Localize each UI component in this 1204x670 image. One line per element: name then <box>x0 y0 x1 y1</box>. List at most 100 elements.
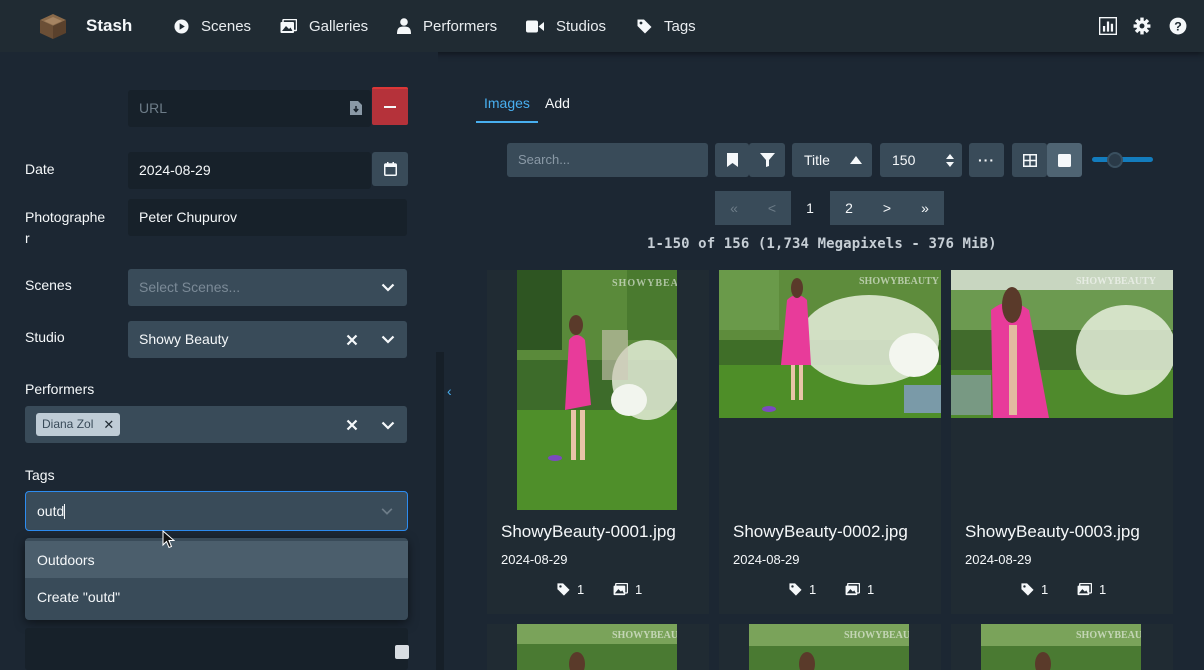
tag-count[interactable]: 1 <box>557 582 584 597</box>
collapse-sidebar-icon[interactable]: ‹ <box>447 383 452 399</box>
images-icon <box>613 583 628 596</box>
search-input[interactable]: Search... <box>507 143 708 177</box>
image-thumbnail[interactable]: SHOWYBEAUTY <box>981 624 1141 670</box>
clear-icon[interactable] <box>344 417 360 433</box>
tag-option-create[interactable]: Create "outd" <box>25 578 408 615</box>
performers-select[interactable]: Diana Zol ✕ <box>25 406 407 443</box>
watermark: SHOWYBEAUTY <box>844 630 909 641</box>
remove-chip-icon[interactable]: ✕ <box>103 416 114 433</box>
nav-label: Scenes <box>201 17 252 35</box>
studio-select[interactable]: Showy Beauty <box>128 321 407 358</box>
tag-icon <box>637 19 652 33</box>
image-card[interactable]: SHOWYBEAUTY ShowyBeauty-0003.jpg 2024-08… <box>951 270 1173 614</box>
gear-icon[interactable] <box>1133 17 1151 35</box>
next-page-button[interactable]: > <box>868 191 906 225</box>
tag-icon <box>1021 583 1034 596</box>
first-page-button[interactable]: « <box>715 191 753 225</box>
page-1-button[interactable]: 1 <box>791 191 829 225</box>
download-file-icon[interactable] <box>350 101 362 115</box>
grid-view-button[interactable] <box>1012 143 1047 177</box>
page-2-button[interactable]: 2 <box>830 191 868 225</box>
nav-galleries[interactable]: Galleries <box>280 14 368 38</box>
image-card[interactable]: SHOWYBEAUTY <box>487 624 709 670</box>
clear-icon[interactable] <box>344 332 360 348</box>
chevron-down-icon[interactable] <box>380 504 394 518</box>
svg-text:?: ? <box>1174 20 1182 34</box>
watermark: SHOWYBEAUTY <box>859 276 940 287</box>
tab-images[interactable]: Images <box>484 95 530 111</box>
chevron-down-icon[interactable] <box>380 279 396 295</box>
date-label: Date <box>25 161 55 177</box>
performer-chip: Diana Zol ✕ <box>36 413 121 436</box>
prev-page-button[interactable]: < <box>753 191 791 225</box>
tag-count[interactable]: 1 <box>789 582 816 597</box>
tag-option-outdoors[interactable]: Outdoors <box>25 541 408 578</box>
url-field[interactable]: URL <box>128 90 371 127</box>
sort-ascending-icon[interactable] <box>850 156 862 164</box>
image-card[interactable]: SHOWYBEAUTY ShowyBeauty-0001.jpg 2024-08… <box>487 270 709 614</box>
image-title[interactable]: ShowyBeauty-0003.jpg <box>965 522 1140 542</box>
tag-count[interactable]: 1 <box>1021 582 1048 597</box>
image-card[interactable]: SHOWYBEAUTY <box>951 624 1173 670</box>
bookmark-icon <box>726 153 738 167</box>
question-icon[interactable]: ? <box>1169 17 1187 35</box>
image-card[interactable]: SHOWYBEAUTY <box>719 624 941 670</box>
image-title[interactable]: ShowyBeauty-0001.jpg <box>501 522 676 542</box>
nav-scenes[interactable]: Scenes <box>174 14 251 38</box>
nav-studios[interactable]: Studios <box>526 14 606 38</box>
square-icon <box>1058 153 1071 167</box>
image-thumbnail[interactable]: SHOWYBEAUTY <box>749 624 909 670</box>
image-thumbnail[interactable]: SHOWYBEAUTY <box>517 270 677 510</box>
image-date: 2024-08-29 <box>733 552 800 567</box>
image-date: 2024-08-29 <box>501 552 568 567</box>
watermark: SHOWYBEAUTY <box>612 630 677 641</box>
wall-view-button[interactable] <box>1047 143 1082 177</box>
scenes-select[interactable]: Select Scenes... <box>128 269 407 306</box>
updown-icon <box>946 154 954 167</box>
performers-label: Performers <box>25 381 95 397</box>
tags-input[interactable]: outd <box>25 491 408 531</box>
chart-icon[interactable] <box>1099 17 1117 35</box>
brand-name[interactable]: Stash <box>86 16 132 36</box>
zoom-slider-handle[interactable] <box>1107 152 1123 168</box>
tab-add[interactable]: Add <box>545 95 570 111</box>
gallery-count[interactable]: 1 <box>1077 582 1106 597</box>
details-textarea[interactable] <box>25 628 408 670</box>
gallery-count[interactable]: 1 <box>845 582 874 597</box>
nav-tags[interactable]: Tags <box>637 14 696 38</box>
chevron-down-icon[interactable] <box>380 331 396 347</box>
grid-icon <box>1022 153 1037 167</box>
top-navbar: Stash Scenes Galleries Performers Studio… <box>0 0 1204 52</box>
images-icon <box>845 583 860 596</box>
remove-url-button[interactable] <box>372 87 408 125</box>
image-thumbnail[interactable]: SHOWYBEAUTY <box>719 270 941 418</box>
filter-icon <box>759 153 775 167</box>
gallery-count[interactable]: 1 <box>613 582 642 597</box>
image-title[interactable]: ShowyBeauty-0002.jpg <box>733 522 908 542</box>
tag-icon <box>557 583 570 596</box>
video-icon <box>526 20 544 32</box>
per-page-select[interactable]: 150 <box>880 143 962 177</box>
tags-dropdown: Outdoors Create "outd" <box>25 538 408 620</box>
images-icon <box>280 18 297 33</box>
chevron-down-icon[interactable] <box>380 417 396 433</box>
date-picker-button[interactable] <box>372 152 408 186</box>
stash-logo-icon[interactable] <box>38 11 68 41</box>
image-thumbnail[interactable]: SHOWYBEAUTY <box>951 270 1173 418</box>
image-card[interactable]: SHOWYBEAUTY ShowyBeauty-0002.jpg 2024-08… <box>719 270 941 614</box>
filter-button[interactable] <box>749 143 785 177</box>
saved-filters-button[interactable] <box>715 143 749 177</box>
image-thumbnail[interactable]: SHOWYBEAUTY <box>517 624 677 670</box>
watermark: SHOWYBEAUTY <box>612 278 677 289</box>
more-options-button[interactable]: ··· <box>969 143 1004 177</box>
date-field[interactable]: 2024-08-29 <box>128 152 371 189</box>
last-page-button[interactable]: » <box>906 191 944 225</box>
mouse-cursor-icon <box>162 530 175 549</box>
nav-label: Galleries <box>309 17 369 35</box>
photographer-field[interactable]: Peter Chupurov <box>128 199 407 236</box>
resize-handle-icon[interactable] <box>395 645 409 659</box>
image-date: 2024-08-29 <box>965 552 1032 567</box>
sidebar-scrollbar[interactable] <box>436 352 444 670</box>
sort-select[interactable]: Title <box>792 143 872 177</box>
nav-performers[interactable]: Performers <box>397 14 497 38</box>
